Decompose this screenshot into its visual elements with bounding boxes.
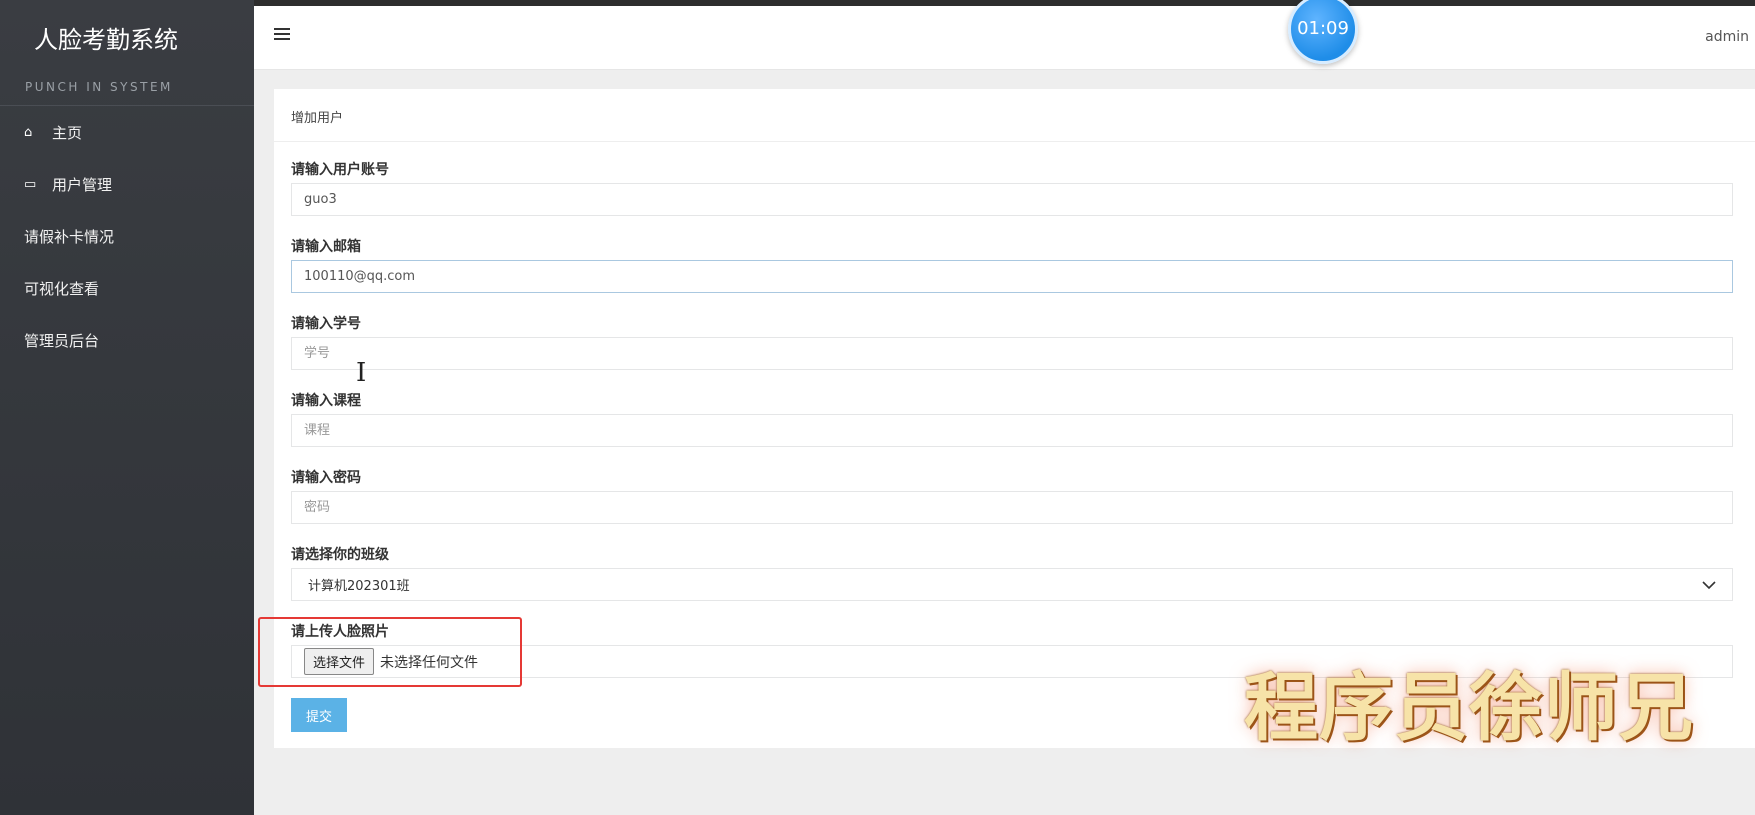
password-label: 请输入密码 <box>291 470 361 486</box>
class-label: 请选择你的班级 <box>291 547 389 563</box>
sidebar-item-label: 主页 <box>52 124 83 142</box>
home-icon: ⌂ <box>24 125 33 140</box>
student-id-input[interactable] <box>291 337 1733 370</box>
sidebar-item-user-management[interactable]: ▭ 用户管理 <box>24 174 112 195</box>
brand-title: 人脸考勤系统 <box>34 26 178 54</box>
account-input[interactable] <box>291 183 1733 216</box>
account-label: 请输入用户账号 <box>291 162 389 178</box>
sidebar-divider <box>0 105 254 106</box>
sidebar-item-leave-status[interactable]: 请假补卡情况 <box>24 226 114 247</box>
sidebar-item-home[interactable]: ⌂ 主页 <box>24 122 82 143</box>
highlight-box <box>258 617 522 687</box>
sidebar-item-label: 用户管理 <box>52 176 113 194</box>
sidebar-item-visualization[interactable]: 可视化查看 <box>24 278 99 299</box>
course-input[interactable] <box>291 414 1733 447</box>
sidebar: 人脸考勤系统 PUNCH IN SYSTEM ⌂ 主页 ▭ 用户管理 请假补卡情… <box>0 0 254 815</box>
password-input[interactable] <box>291 491 1733 524</box>
email-input[interactable] <box>291 260 1733 293</box>
course-label: 请输入课程 <box>291 393 361 409</box>
class-select[interactable]: 计算机202301班 <box>291 568 1733 601</box>
sidebar-item-admin[interactable]: 管理员后台 <box>24 330 99 351</box>
panel-divider <box>274 141 1755 142</box>
sidebar-item-label: 请假补卡情况 <box>24 228 115 246</box>
menu-toggle-icon[interactable] <box>274 28 290 42</box>
sidebar-item-label: 管理员后台 <box>24 332 100 350</box>
submit-button[interactable]: 提交 <box>291 698 347 732</box>
chevron-down-icon <box>1702 580 1716 589</box>
sidebar-item-label: 可视化查看 <box>24 280 100 298</box>
brand-subtitle: PUNCH IN SYSTEM <box>25 80 173 94</box>
student-id-label: 请输入学号 <box>291 316 361 332</box>
panel-title: 增加用户 <box>291 111 344 126</box>
email-label: 请输入邮箱 <box>291 239 361 255</box>
class-selected-value: 计算机202301班 <box>308 579 410 594</box>
user-name[interactable]: admin <box>1705 29 1749 45</box>
watermark: 程序员徐师兄 <box>1244 665 1694 751</box>
text-cursor-icon: I <box>356 358 367 388</box>
top-header: admin <box>254 6 1755 70</box>
laptop-icon: ▭ <box>24 177 37 192</box>
